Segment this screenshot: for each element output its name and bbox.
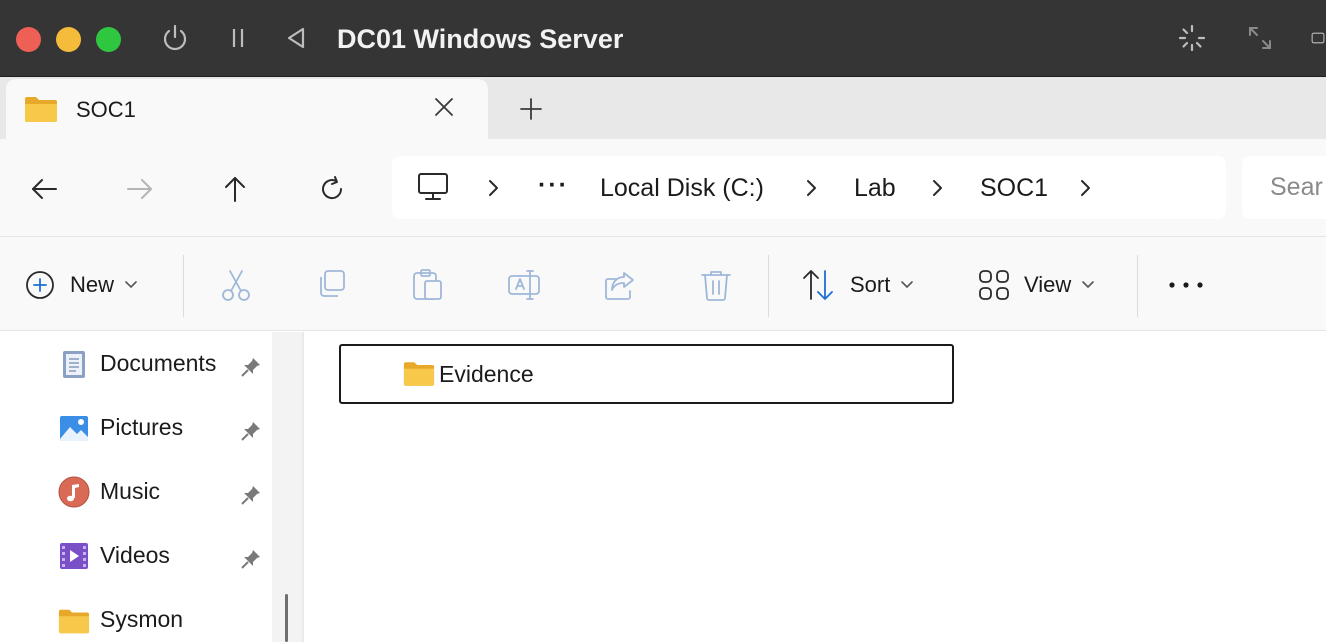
chevron-down-icon <box>901 281 914 289</box>
file-name: Evidence <box>439 361 534 387</box>
sidebar-item-pictures[interactable]: Pictures <box>0 400 272 456</box>
file-list: Evidence <box>304 332 1326 642</box>
window-zoom-button[interactable] <box>96 27 121 52</box>
sort-label: Sort <box>850 272 891 297</box>
scrollbar-thumb[interactable] <box>285 594 288 642</box>
vm-menu-icon[interactable] <box>1310 22 1326 54</box>
sidebar-item-label: Pictures <box>100 414 184 440</box>
new-button[interactable]: New <box>24 265 138 305</box>
pause-icon[interactable] <box>222 22 254 54</box>
vm-titlebar: DC01 Windows Server <box>0 0 1326 77</box>
sort-icon <box>803 270 833 300</box>
sidebar-item-documents[interactable]: Documents <box>0 336 272 392</box>
address-bar[interactable]: ··· Local Disk (C:) Lab SOC1 <box>392 156 1226 219</box>
forward-arrow-icon[interactable] <box>121 170 159 208</box>
window-minimize-button[interactable] <box>56 27 81 52</box>
file-item-evidence[interactable]: Evidence <box>339 344 954 404</box>
view-button[interactable]: View <box>978 265 1095 305</box>
more-icon <box>1169 282 1203 288</box>
chevron-right-icon[interactable] <box>928 178 946 198</box>
tab-soc1[interactable]: SOC1 <box>6 79 488 141</box>
back-triangle-icon[interactable] <box>280 22 312 54</box>
folder-icon <box>24 95 58 128</box>
new-tab-button[interactable] <box>514 92 548 126</box>
refresh-icon[interactable] <box>313 170 351 208</box>
sort-button[interactable]: Sort <box>800 265 914 305</box>
toolbar-divider <box>768 255 769 317</box>
navigation-bar: ··· Local Disk (C:) Lab SOC1 Sear <box>0 139 1326 237</box>
chevron-down-icon <box>125 281 137 289</box>
pin-icon[interactable] <box>240 548 262 570</box>
loading-spinner-icon <box>1176 22 1208 54</box>
search-input[interactable]: Sear <box>1242 156 1326 219</box>
sidebar-item-music[interactable]: Music <box>0 464 272 520</box>
view-grid-icon <box>979 270 1009 300</box>
sidebar-item-videos[interactable]: Videos <box>0 528 272 584</box>
tab-close-icon[interactable] <box>428 91 460 123</box>
sidebar-item-label: Videos <box>100 542 170 568</box>
sidebar-item-label: Documents <box>100 350 217 376</box>
pictures-icon <box>60 416 88 441</box>
chevron-right-icon[interactable] <box>802 178 820 198</box>
folder-icon <box>58 609 90 634</box>
tab-label: SOC1 <box>76 97 136 122</box>
vm-window-title: DC01 Windows Server <box>337 24 624 54</box>
pin-icon[interactable] <box>240 484 262 506</box>
breadcrumb-soc1[interactable]: SOC1 <box>980 173 1048 203</box>
new-label: New <box>70 272 115 297</box>
power-icon[interactable] <box>159 22 191 54</box>
tab-strip: SOC1 <box>0 77 1326 141</box>
this-pc-icon[interactable] <box>416 170 450 209</box>
back-arrow-icon[interactable] <box>25 170 63 208</box>
chevron-right-icon[interactable] <box>484 178 502 198</box>
navigation-pane: Documents Pictures Music Videos Sysmon <box>0 332 272 642</box>
command-bar: New Sort View <box>0 237 1326 331</box>
sidebar-scrollbar[interactable] <box>272 332 302 642</box>
folder-icon <box>403 362 435 386</box>
search-placeholder: Sear <box>1270 173 1323 201</box>
breadcrumb-overflow[interactable]: ··· <box>538 170 569 200</box>
sidebar-item-label: Music <box>100 478 161 504</box>
documents-icon <box>63 351 85 378</box>
view-label: View <box>1024 272 1072 297</box>
chevron-right-icon[interactable] <box>1076 178 1094 198</box>
sidebar-item-label: Sysmon <box>100 606 184 632</box>
chevron-down-icon <box>1082 281 1095 289</box>
videos-icon <box>60 543 88 569</box>
sidebar-item-sysmon[interactable]: Sysmon <box>0 592 272 642</box>
toolbar-divider <box>1137 255 1138 317</box>
delete-icon[interactable] <box>698 265 734 305</box>
copy-icon[interactable] <box>314 265 350 305</box>
window-close-button[interactable] <box>16 27 41 52</box>
breadcrumb-lab[interactable]: Lab <box>854 173 896 203</box>
breadcrumb-local-disk[interactable]: Local Disk (C:) <box>600 173 764 203</box>
paste-icon[interactable] <box>410 265 446 305</box>
share-icon[interactable] <box>602 265 638 305</box>
cut-icon[interactable] <box>218 265 254 305</box>
pin-icon[interactable] <box>240 356 262 378</box>
music-icon <box>58 476 90 508</box>
fullscreen-icon[interactable] <box>1244 22 1276 54</box>
plus-circle-icon <box>26 271 54 299</box>
toolbar-divider <box>183 255 184 317</box>
more-options-button[interactable] <box>1166 265 1206 305</box>
rename-icon[interactable] <box>506 265 542 305</box>
up-arrow-icon[interactable] <box>216 170 254 208</box>
pin-icon[interactable] <box>240 420 262 442</box>
